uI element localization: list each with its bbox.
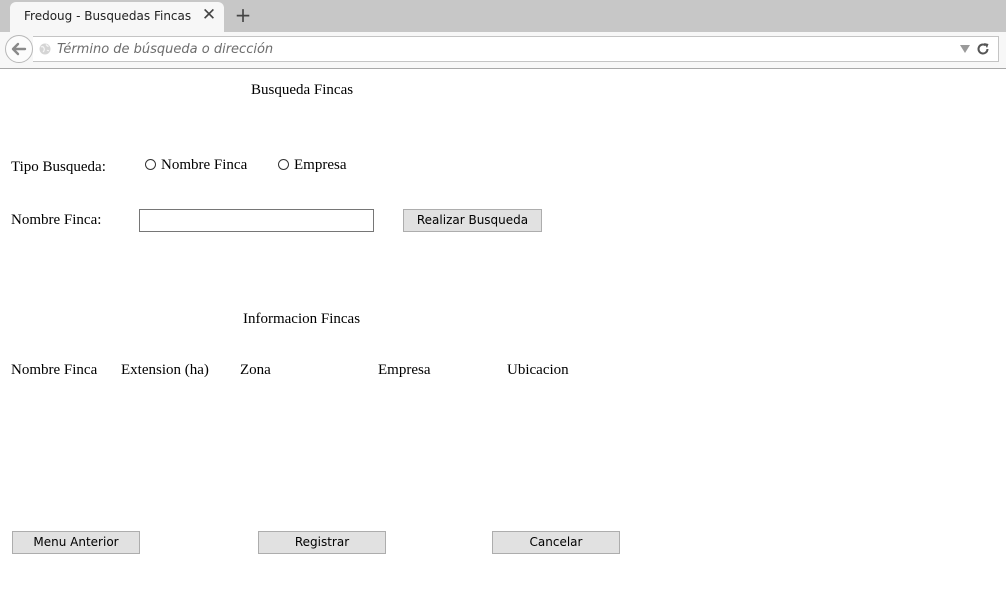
name-field-label: Nombre Finca: bbox=[11, 212, 102, 228]
tab-title: Fredoug - Busquedas Fincas bbox=[24, 9, 192, 23]
column-header-empresa: Empresa bbox=[378, 362, 431, 378]
back-button[interactable] bbox=[5, 35, 33, 63]
plus-icon[interactable]: + bbox=[233, 4, 253, 26]
browser-tab[interactable]: Fredoug - Busquedas Fincas ✕ bbox=[10, 2, 224, 32]
column-header-extension: Extension (ha) bbox=[121, 362, 209, 378]
cancelar-button[interactable]: Cancelar bbox=[492, 531, 620, 554]
navigation-bar bbox=[0, 32, 1006, 69]
close-icon[interactable]: ✕ bbox=[200, 6, 218, 24]
column-header-nombre-finca: Nombre Finca bbox=[11, 362, 98, 378]
url-bar[interactable] bbox=[33, 36, 999, 62]
globe-icon bbox=[39, 43, 51, 55]
menu-anterior-button[interactable]: Menu Anterior bbox=[12, 531, 140, 554]
results-title: Informacion Fincas bbox=[243, 311, 361, 327]
finca-name-input[interactable] bbox=[139, 209, 374, 232]
search-type-label: Tipo Busqueda: bbox=[11, 159, 106, 175]
url-input[interactable] bbox=[57, 39, 937, 59]
tab-bar: Fredoug - Busquedas Fincas ✕ + bbox=[0, 0, 1006, 32]
radio-nombre-finca[interactable] bbox=[145, 159, 156, 170]
column-header-zona: Zona bbox=[240, 362, 271, 378]
column-header-ubicacion: Ubicacion bbox=[507, 362, 569, 378]
registrar-button[interactable]: Registrar bbox=[258, 531, 386, 554]
search-button[interactable]: Realizar Busqueda bbox=[403, 209, 542, 232]
back-arrow-icon bbox=[11, 42, 27, 56]
radio-nombre-finca-label[interactable]: Nombre Finca bbox=[161, 157, 247, 174]
search-title: Busqueda Fincas bbox=[251, 82, 354, 98]
reload-icon[interactable] bbox=[976, 42, 990, 56]
radio-empresa[interactable] bbox=[278, 159, 289, 170]
dropdown-arrow-icon[interactable] bbox=[959, 44, 971, 54]
radio-empresa-label[interactable]: Empresa bbox=[294, 157, 346, 174]
